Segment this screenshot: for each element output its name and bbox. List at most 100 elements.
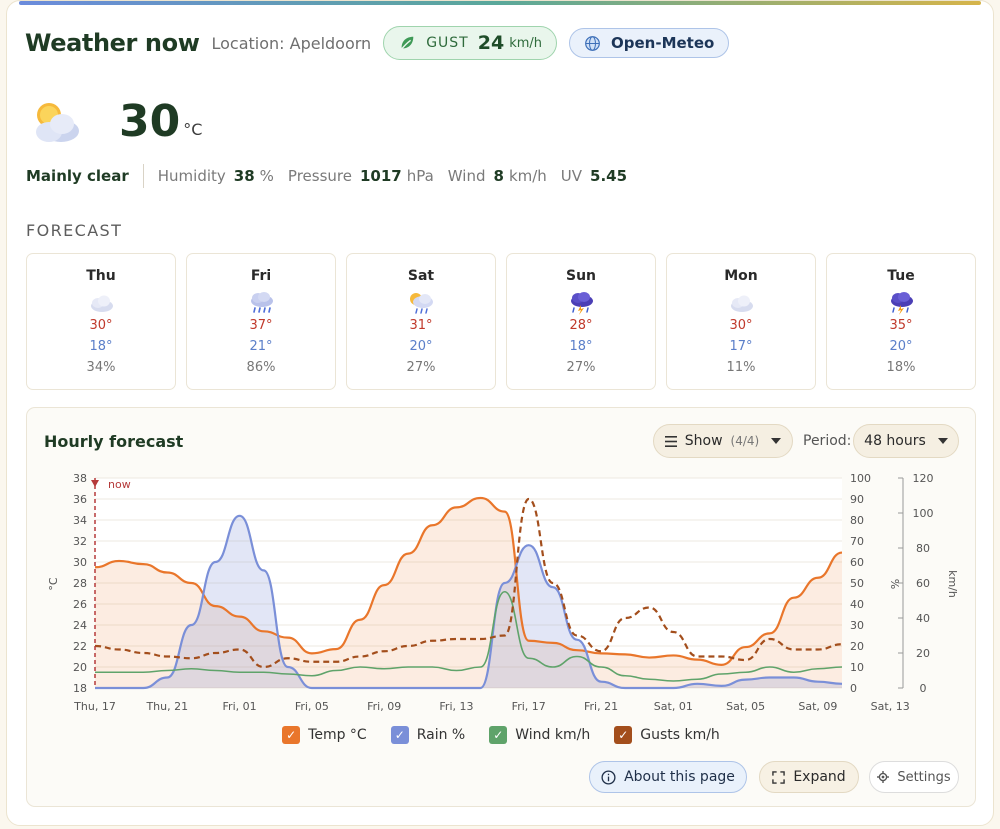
hourly-title: Hourly forecast [44,432,184,451]
chart-legend: ✓ Temp °C ✓ Rain % ✓ Wind km/h ✓ Gusts k… [27,726,975,744]
y-kmh-tick-label: 120 [913,472,934,485]
source-label: Open-Meteo [611,34,715,52]
day-high: 37° [249,318,273,333]
partly-cloudy-icon [36,103,79,142]
thunderstorm-icon [571,292,593,315]
source-badge[interactable]: Open-Meteo [569,28,730,58]
show-label: Show [684,433,723,449]
wind-value: 8 [493,167,504,185]
gust-label: GUST [426,35,469,51]
current-details: Mainly clear Humidity 38 % Pressure 1017… [26,163,632,189]
y-left-axis-label: °C [47,577,60,591]
humidity-value: 38 [233,167,255,185]
x-tick-label: Fri, 21 [584,700,618,713]
expand-button[interactable]: Expand [759,761,859,793]
y-kmh-tick-label: 100 [913,507,934,520]
day-low: 21° [249,339,273,354]
day-name: Mon [724,268,758,284]
x-tick-label: Fri, 01 [223,700,257,713]
forecast-days: Thu 30° 18° 34% Fri 37° 21° 86% Sat 31° … [26,253,976,390]
show-count: (4/4) [730,434,760,448]
y-pct-tick-label: 20 [850,640,864,653]
pressure-unit: hPa [406,167,434,185]
y-kmh-tick-label: 20 [916,647,930,660]
hourly-panel: Hourly forecast Show (4/4) Period: 48 ho… [26,407,976,807]
day-low: 20° [409,339,433,354]
gust-badge[interactable]: GUST 24 km/h [383,26,557,60]
forecast-day-card[interactable]: Tue 35° 20° 18% [826,253,976,390]
day-name: Sat [407,268,435,284]
x-tick-label: Thu, 17 [73,700,116,713]
y-kmh-tick-label: 60 [916,577,930,590]
y-left-tick-label: 24 [73,619,87,632]
y-pct-tick-label: 90 [850,493,864,506]
forecast-day-card[interactable]: Mon 30° 17° 11% [666,253,816,390]
y-pct-tick-label: 80 [850,514,864,527]
y-pct-tick-label: 40 [850,598,864,611]
y-pct-tick-label: 70 [850,535,864,548]
x-tick-label: Sat, 13 [871,700,910,713]
about-label: About this page [624,769,735,785]
expand-label: Expand [793,769,846,785]
current-temperature: 30 [119,95,181,147]
checkbox-icon: ✓ [390,726,409,744]
legend-wind-label: Wind km/h [515,727,591,743]
legend-gusts-toggle[interactable]: ✓ Gusts km/h [614,726,720,744]
forecast-day-card[interactable]: Sun 28° 18° 27% [506,253,656,390]
uv-value: 5.45 [590,167,628,185]
about-page-button[interactable]: About this page [589,761,747,793]
day-high: 30° [89,318,113,333]
gust-value: 24 [477,32,505,54]
y-left-tick-label: 22 [73,640,87,653]
day-low: 20° [889,339,913,354]
hourly-chart: 18 20 22 24 26 28 30 32 34 36 38 0 10 20 30 40 50 60 70 80 9… [47,472,959,713]
legend-temp-toggle[interactable]: ✓ Temp °C [282,726,367,744]
forecast-day-card[interactable]: Thu 30° 18° 34% [26,253,176,390]
y-left-tick-label: 20 [73,661,87,674]
y-pct-tick-label: 0 [850,682,857,695]
forecast-day-card[interactable]: Fri 37° 21° 86% [186,253,336,390]
legend-rain-toggle[interactable]: ✓ Rain % [390,726,465,744]
gear-icon [877,771,890,783]
forecast-heading: FORECAST [26,221,123,240]
day-high: 30° [729,318,753,333]
y-pct-tick-label: 60 [850,556,864,569]
day-high: 35° [889,318,913,333]
y-kmh-tick-label: 80 [916,542,930,555]
humidity-unit: % [259,167,274,185]
show-series-dropdown[interactable]: Show (4/4) [653,424,793,458]
day-precip: 27% [566,360,596,375]
current-conditions: 30 °C [29,91,202,151]
day-name: Fri [250,268,272,284]
expand-icon [772,770,786,784]
y-left-tick-label: 30 [73,556,87,569]
wind-label: Wind [447,167,486,185]
y-pct-axis-label: % [888,579,901,589]
header: Weather now Location: Apeldoorn GUST 24 … [25,25,730,61]
chevron-down-icon [937,438,948,444]
y-kmh-axis-label: km/h [946,570,959,598]
period-select[interactable]: 48 hours [853,424,959,458]
period-value: 48 hours [864,433,926,449]
y-kmh-tick-label: 0 [920,682,927,695]
thunderstorm-icon [891,292,913,315]
day-name: Thu [86,268,116,284]
y-left-tick-label: 32 [73,535,87,548]
chevron-down-icon [771,438,782,444]
checkbox-icon: ✓ [282,726,301,744]
day-low: 18° [89,339,113,354]
settings-button[interactable]: Settings [869,761,959,793]
checkbox-icon: ✓ [489,726,508,744]
forecast-day-card[interactable]: Sat 31° 20° 27% [346,253,496,390]
x-tick-label: Fri, 17 [512,700,546,713]
y-left-tick-label: 34 [73,514,87,527]
y-left-tick-label: 28 [73,577,87,590]
x-tick-label: Fri, 13 [439,700,473,713]
y-kmh-tick-label: 40 [916,612,930,625]
condition-text: Mainly clear [26,167,129,185]
day-name: Tue [887,268,915,284]
accent-bar [19,1,981,5]
legend-wind-toggle[interactable]: ✓ Wind km/h [489,726,590,744]
y-pct-tick-label: 50 [850,577,864,590]
rain-cloud-icon [251,292,273,313]
